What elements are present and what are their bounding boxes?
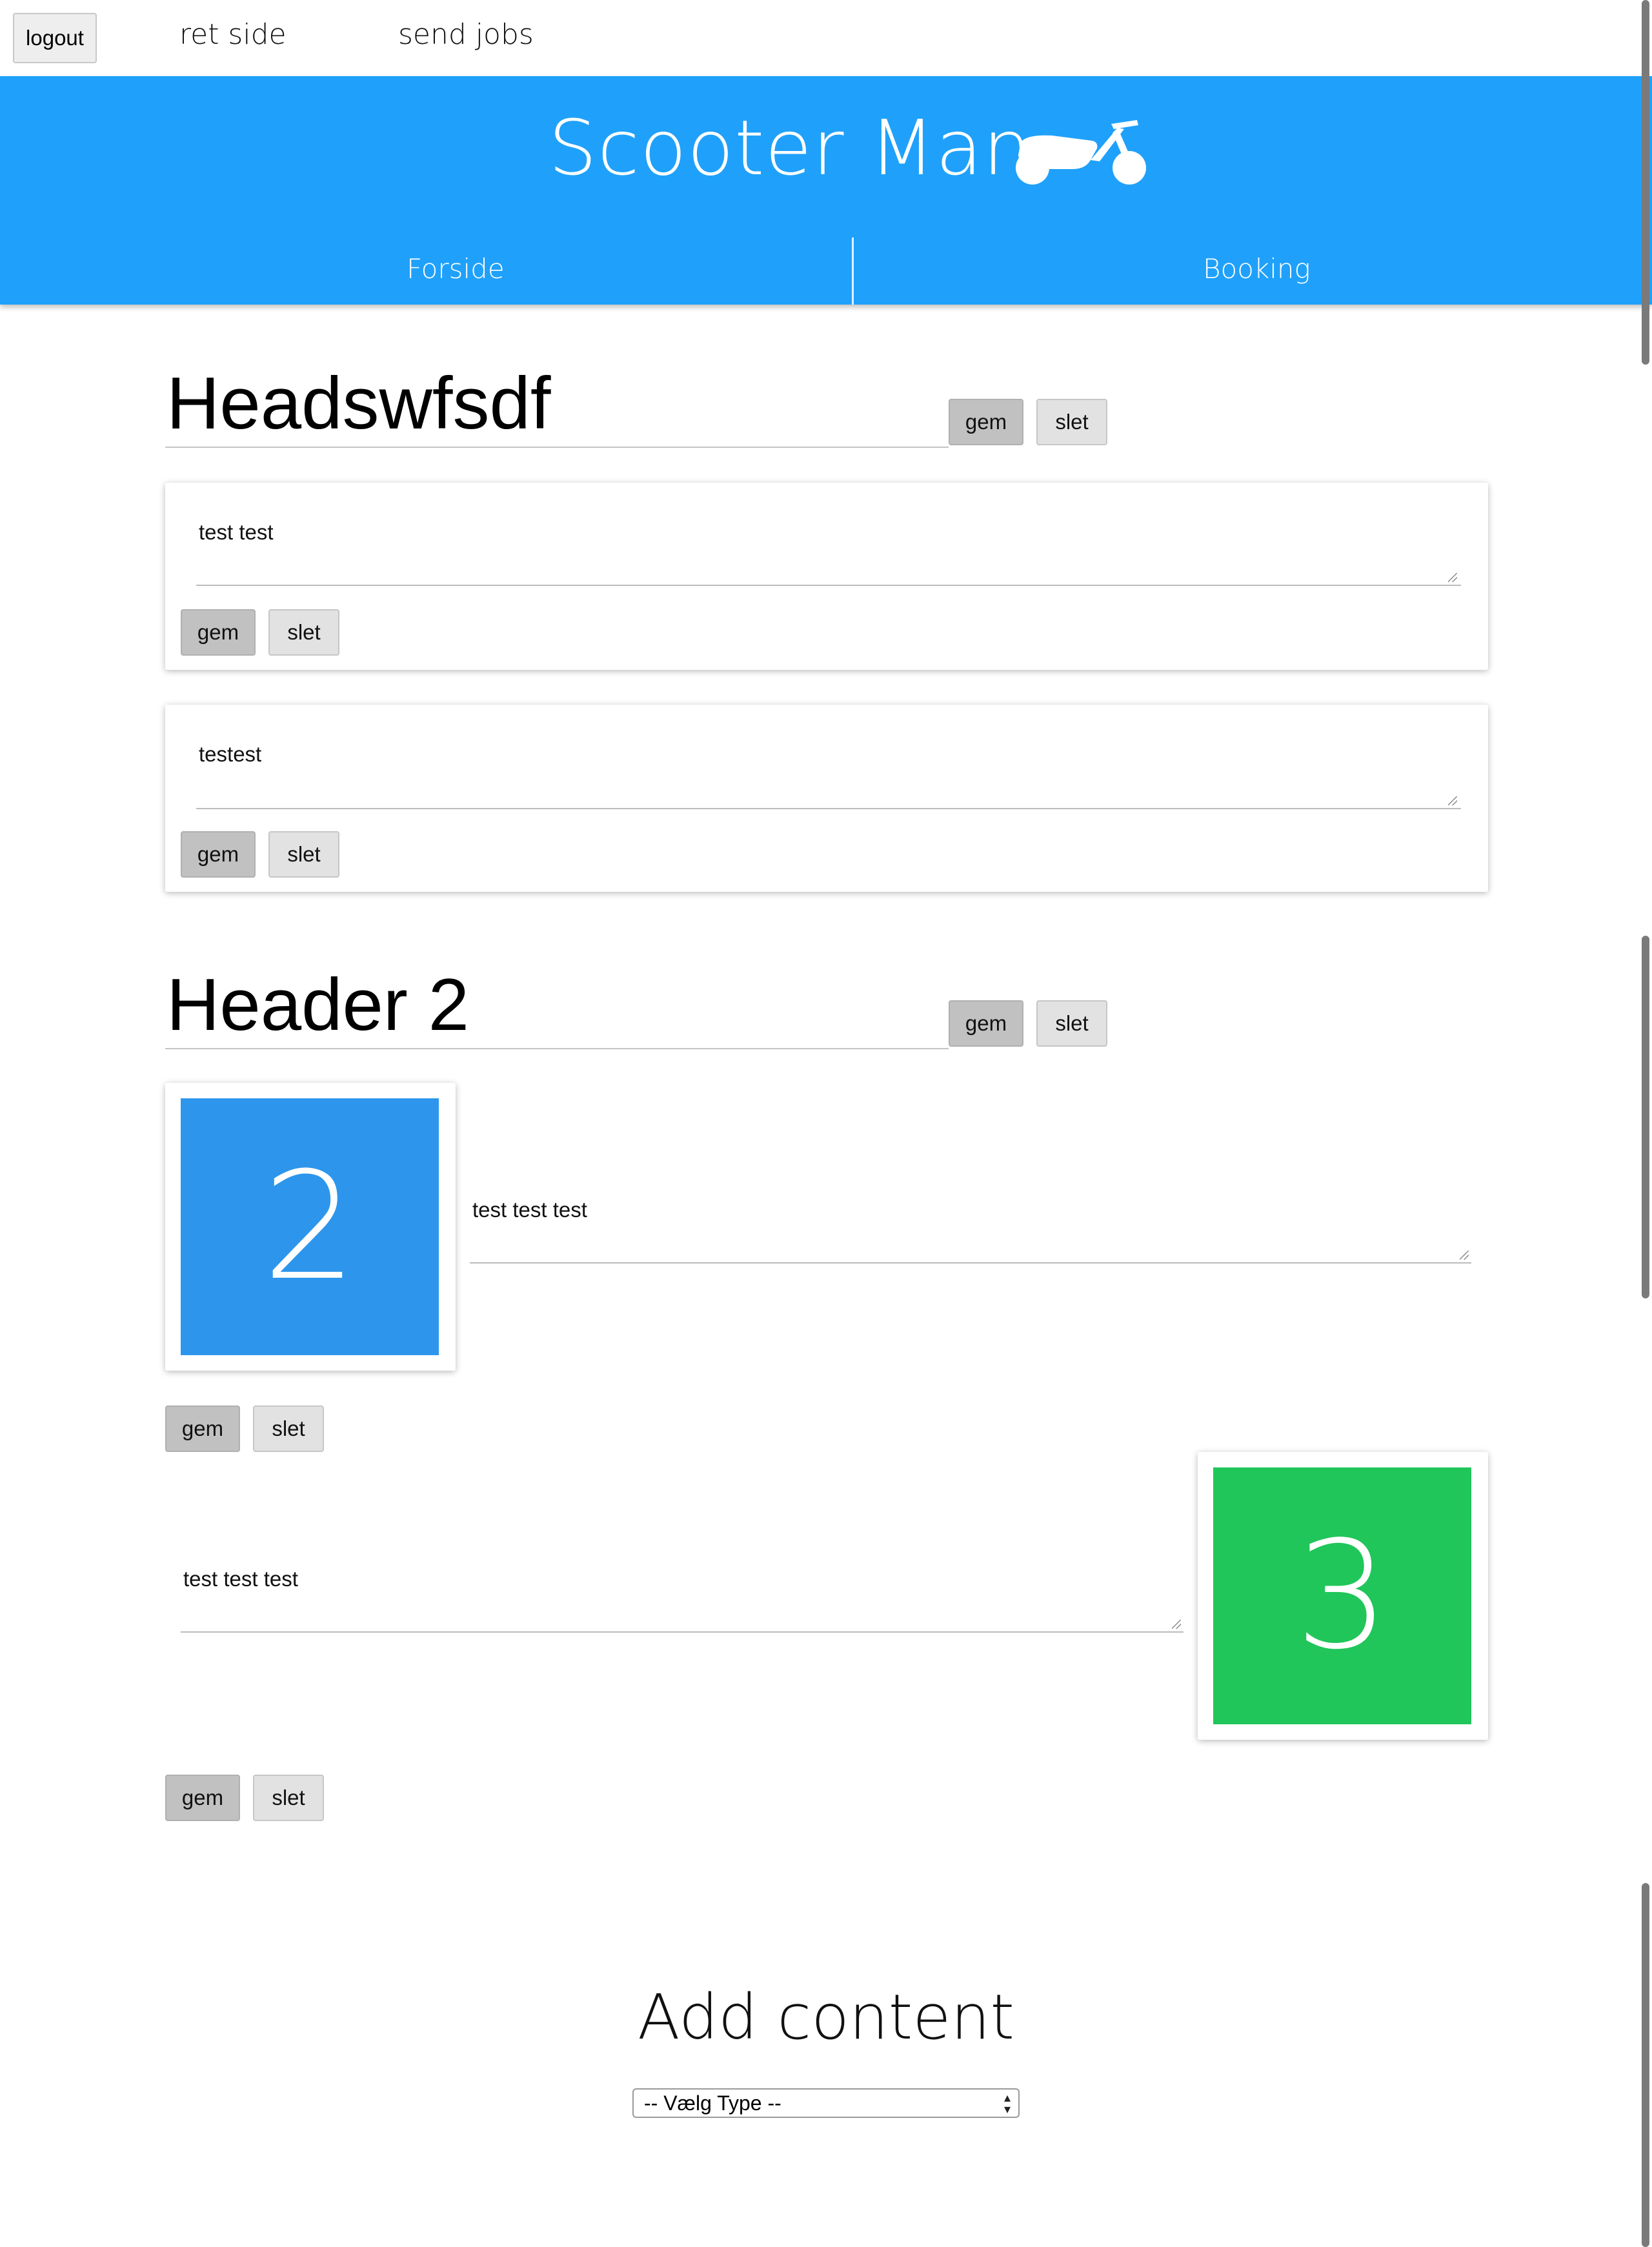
textarea-underline [196, 585, 1461, 586]
image-number: 2 [262, 1140, 358, 1313]
add-content-title: Add content [638, 1981, 1014, 2053]
textarea-underline [470, 1262, 1471, 1264]
textarea-underline [196, 808, 1461, 809]
save-heading-button[interactable]: gem [949, 1000, 1023, 1047]
scooter-icon [1016, 120, 1146, 185]
save-block-button[interactable]: gem [181, 831, 256, 878]
delete-block-button[interactable]: slet [268, 831, 339, 878]
select-arrows-icon: ▴ ▾ [1003, 2091, 1011, 2117]
send-jobs-link[interactable]: send jobs [398, 18, 534, 51]
resize-handle-icon[interactable] [1448, 796, 1457, 805]
save-block-button[interactable]: gem [165, 1775, 240, 1821]
delete-block-button[interactable]: slet [253, 1775, 324, 1821]
image-number: 3 [1294, 1509, 1390, 1682]
delete-heading-button[interactable]: slet [1036, 1000, 1107, 1047]
nav-forside[interactable]: Forside [407, 253, 505, 285]
heading-underline [165, 1048, 949, 1049]
image-text-input[interactable]: test test test [472, 1198, 587, 1222]
save-block-button[interactable]: gem [181, 609, 256, 656]
nav-divider [852, 237, 854, 305]
nav-booking[interactable]: Booking [1203, 253, 1311, 285]
image-text-input[interactable]: test test test [183, 1567, 298, 1591]
logout-button[interactable]: logout [13, 13, 97, 63]
delete-block-button[interactable]: slet [268, 609, 339, 656]
delete-block-button[interactable]: slet [253, 1406, 324, 1452]
section-heading[interactable]: Header 2 [166, 963, 469, 1047]
text-block-input[interactable]: testest [199, 742, 261, 767]
scrollbar-thumb[interactable] [1642, 936, 1649, 1298]
delete-heading-button[interactable]: slet [1036, 399, 1107, 445]
select-value: -- Vælg Type -- [644, 2091, 781, 2115]
content-type-select[interactable]: -- Vælg Type -- ▴ ▾ [632, 2088, 1020, 2118]
image-tile[interactable]: 2 [181, 1098, 439, 1355]
edit-page-link[interactable]: ret side [179, 18, 287, 51]
heading-underline [165, 447, 949, 448]
save-block-button[interactable]: gem [165, 1406, 240, 1452]
scrollbar-thumb[interactable] [1642, 0, 1649, 365]
image-tile[interactable]: 3 [1213, 1467, 1471, 1724]
text-block-input[interactable]: test test [199, 520, 274, 545]
resize-handle-icon[interactable] [1172, 1620, 1181, 1629]
scrollbar-thumb[interactable] [1642, 1883, 1649, 2247]
resize-handle-icon[interactable] [1448, 573, 1457, 582]
save-heading-button[interactable]: gem [949, 399, 1023, 445]
brand-title: Scooter Man [549, 103, 1032, 192]
section-heading[interactable]: Headswfsdf [166, 361, 551, 446]
resize-handle-icon[interactable] [1460, 1251, 1469, 1260]
textarea-underline [181, 1631, 1184, 1633]
text-block-card [165, 483, 1488, 670]
text-block-card [165, 705, 1488, 892]
